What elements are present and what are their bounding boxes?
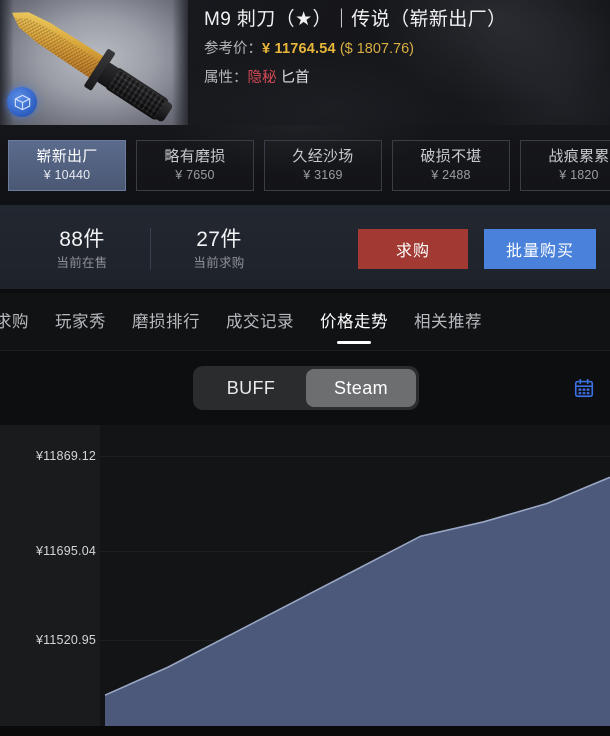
wear-tab-label: 战痕累累 — [548, 148, 610, 165]
chart-ytick-label: ¥11695.04 — [36, 544, 96, 558]
wear-tab-minimal-wear[interactable]: 略有磨损 ¥ 7650 — [136, 139, 254, 191]
wear-tab-battle-scarred[interactable]: 战痕累累 ¥ 1820 — [520, 139, 610, 191]
bulk-buy-button[interactable]: 批量购买 — [484, 229, 596, 269]
price-source-toggle: BUFF Steam — [193, 366, 419, 410]
wear-tab-well-worn[interactable]: 破损不堪 ¥ 2488 — [392, 139, 510, 191]
stats-divider — [150, 228, 151, 270]
calendar-icon[interactable] — [572, 376, 596, 400]
tab-price-trend[interactable]: 价格走势 — [307, 293, 401, 350]
stat-on-sale: 88件 当前在售 — [22, 226, 142, 272]
wear-tab-label: 略有磨损 — [164, 148, 226, 165]
stat-value: 88件 — [59, 228, 105, 251]
wear-tab-price: ¥ 10440 — [43, 168, 91, 182]
price-trend-panel: BUFF Steam ¥11869.12 ¥11695.04 ¥11520.95 — [0, 351, 610, 726]
chart-area-series — [104, 476, 610, 726]
wear-condition-tabs: 崭新出厂 ¥ 10440 略有磨损 ¥ 7650 久经沙场 ¥ 3169 破损不… — [0, 125, 610, 205]
chart-toolbar: BUFF Steam — [0, 351, 610, 425]
wear-tab-label: 久经沙场 — [292, 148, 354, 165]
cube-3d-icon[interactable] — [7, 87, 37, 117]
tab-buy-orders[interactable]: 求购 — [0, 293, 42, 350]
stat-buy-orders: 27件 当前求购 — [159, 226, 279, 272]
item-header: M9 刺刀（★）｜传说（崭新出厂） 参考价：¥ 11764.54 ($ 1807… — [0, 0, 610, 125]
stats-action-bar: 88件 当前在售 27件 当前求购 求购 批量购买 — [0, 205, 610, 293]
stat-label: 当前求购 — [193, 256, 245, 270]
wear-tab-factory-new[interactable]: 崭新出厂 ¥ 10440 — [8, 139, 126, 191]
knife-blade-texture — [7, 8, 99, 79]
source-option-buff[interactable]: BUFF — [196, 369, 306, 407]
item-thumbnail[interactable] — [0, 0, 188, 125]
wear-tab-price: ¥ 3169 — [303, 168, 343, 182]
attribute-label: 属性： — [204, 70, 248, 86]
tab-related-items[interactable]: 相关推荐 — [401, 293, 495, 350]
wear-tab-price: ¥ 2488 — [431, 168, 471, 182]
wear-tab-price: ¥ 1820 — [559, 168, 599, 182]
knife-blade — [5, 1, 106, 79]
stat-value: 27件 — [196, 228, 242, 251]
place-bid-button[interactable]: 求购 — [358, 229, 468, 269]
thumbnail-right-shade — [172, 0, 188, 125]
wear-tab-label: 崭新出厂 — [36, 148, 98, 165]
tab-player-show[interactable]: 玩家秀 — [42, 293, 119, 350]
item-info: M9 刺刀（★）｜传说（崭新出厂） 参考价：¥ 11764.54 ($ 1807… — [188, 0, 610, 125]
source-option-steam[interactable]: Steam — [306, 369, 416, 407]
stat-label: 当前在售 — [56, 256, 108, 270]
wear-tab-price: ¥ 7650 — [175, 168, 215, 182]
attribute-row: 属性：隐秘 匕首 — [204, 68, 610, 89]
item-detail-page: M9 刺刀（★）｜传说（崭新出厂） 参考价：¥ 11764.54 ($ 1807… — [0, 0, 610, 736]
price-trend-chart[interactable]: ¥11869.12 ¥11695.04 ¥11520.95 — [0, 425, 610, 726]
tab-wear-ranking[interactable]: 磨损排行 — [119, 293, 213, 350]
wear-tab-label: 破损不堪 — [420, 148, 482, 165]
chart-ytick-label: ¥11520.95 — [36, 633, 96, 647]
tab-trade-history[interactable]: 成交记录 — [213, 293, 307, 350]
chart-ytick-label: ¥11869.12 — [36, 449, 96, 463]
content-tab-bar: 求购 玩家秀 磨损排行 成交记录 价格走势 相关推荐 — [0, 293, 610, 351]
reference-price-cny: ¥ 11764.54 — [262, 41, 336, 57]
rarity-badge: 隐秘 — [247, 70, 277, 86]
item-category: 匕首 — [280, 70, 310, 86]
reference-price-row: 参考价：¥ 11764.54 ($ 1807.76) — [204, 39, 610, 60]
reference-price-label: 参考价： — [204, 41, 262, 57]
page-title: M9 刺刀（★）｜传说（崭新出厂） — [204, 9, 507, 30]
wear-tab-field-tested[interactable]: 久经沙场 ¥ 3169 — [264, 139, 382, 191]
reference-price-usd: ($ 1807.76) — [339, 41, 414, 57]
